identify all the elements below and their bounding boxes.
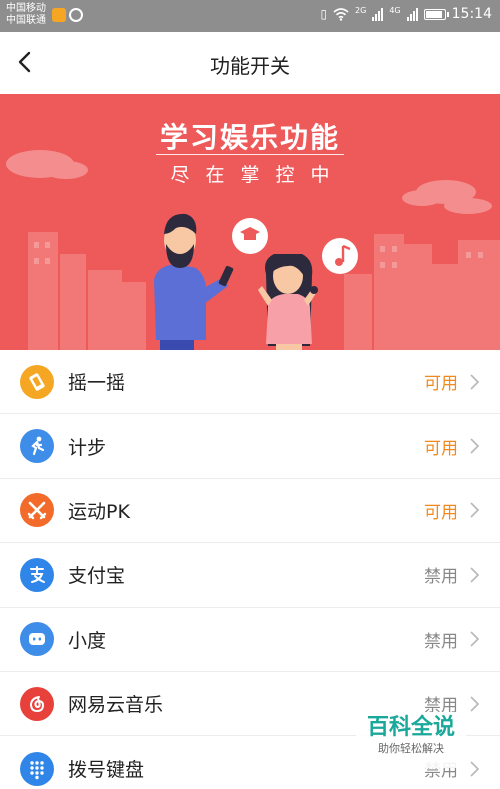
network-type-1: 2G — [355, 5, 367, 15]
app-header: 功能开关 — [0, 32, 500, 94]
feature-label: 网易云音乐 — [68, 694, 164, 717]
feature-status: 可用 — [424, 374, 458, 395]
vibrate-icon: ▯ — [320, 7, 328, 21]
pedometer-icon — [20, 429, 54, 464]
feature-row-pedometer[interactable]: 计步 可用 — [0, 414, 500, 479]
carrier-2: 中国联通 — [6, 15, 46, 26]
chevron-right-icon — [470, 631, 480, 647]
feature-row-alipay[interactable]: 支付宝 禁用 — [0, 543, 500, 608]
chevron-right-icon — [470, 567, 480, 583]
chevron-right-icon — [470, 438, 480, 454]
watermark-subtitle: 助你轻松解决 — [378, 742, 444, 755]
banner-subtitle: 尽在掌控中 — [170, 164, 346, 186]
banner-divider — [156, 154, 344, 155]
watermark-title: 百科全说 — [366, 715, 455, 740]
carrier-1: 中国移动 — [6, 3, 46, 14]
sync-icon — [69, 8, 83, 22]
banner-title: 学习娱乐功能 — [159, 121, 340, 154]
wifi-icon — [333, 7, 349, 21]
clock: 15:14 — [451, 6, 492, 22]
feature-label: 摇一摇 — [68, 372, 126, 395]
carrier-info: 中国移动 中国联通 — [6, 3, 46, 27]
status-bar: 中国移动 中国联通 ▯ 2G 4G 15:14 — [0, 0, 500, 32]
chevron-right-icon — [470, 760, 480, 777]
feature-label: 支付宝 — [68, 565, 126, 588]
system-indicators: ▯ 2G 4G 15:14 — [320, 5, 492, 23]
feature-row-sport-pk[interactable]: 运动PK 可用 — [0, 479, 500, 544]
chevron-right-icon — [470, 696, 480, 712]
battery-icon — [423, 8, 449, 20]
notification-icons — [52, 8, 83, 22]
feature-row-xiaodu[interactable]: 小度 禁用 — [0, 608, 500, 672]
feature-label: 小度 — [68, 629, 107, 652]
netease-music-icon — [20, 686, 54, 721]
xiaodu-icon — [20, 622, 54, 657]
signal-icon — [406, 7, 418, 21]
feature-row-shake[interactable]: 摇一摇 可用 — [0, 350, 500, 415]
app-notification-icon — [52, 8, 66, 22]
watermark: 百科全说 助你轻松解决 — [356, 712, 466, 768]
feature-banner: 学习娱乐功能 尽在掌控中 — [0, 94, 500, 350]
dialpad-icon — [20, 751, 54, 786]
signal-icon — [372, 7, 384, 21]
shake-icon — [20, 364, 54, 399]
feature-label: 拨号键盘 — [68, 759, 145, 782]
feature-status: 禁用 — [424, 631, 458, 652]
page-title: 功能开关 — [210, 54, 290, 78]
sport-pk-icon — [20, 493, 54, 528]
feature-status: 可用 — [424, 438, 458, 459]
feature-status: 禁用 — [424, 567, 458, 588]
network-type-2: 4G — [389, 5, 401, 15]
feature-label: 计步 — [68, 436, 107, 459]
feature-label: 运动PK — [68, 500, 130, 523]
alipay-icon — [20, 557, 54, 592]
chevron-right-icon — [470, 502, 480, 519]
feature-status: 可用 — [424, 502, 458, 523]
chevron-right-icon — [470, 374, 480, 390]
